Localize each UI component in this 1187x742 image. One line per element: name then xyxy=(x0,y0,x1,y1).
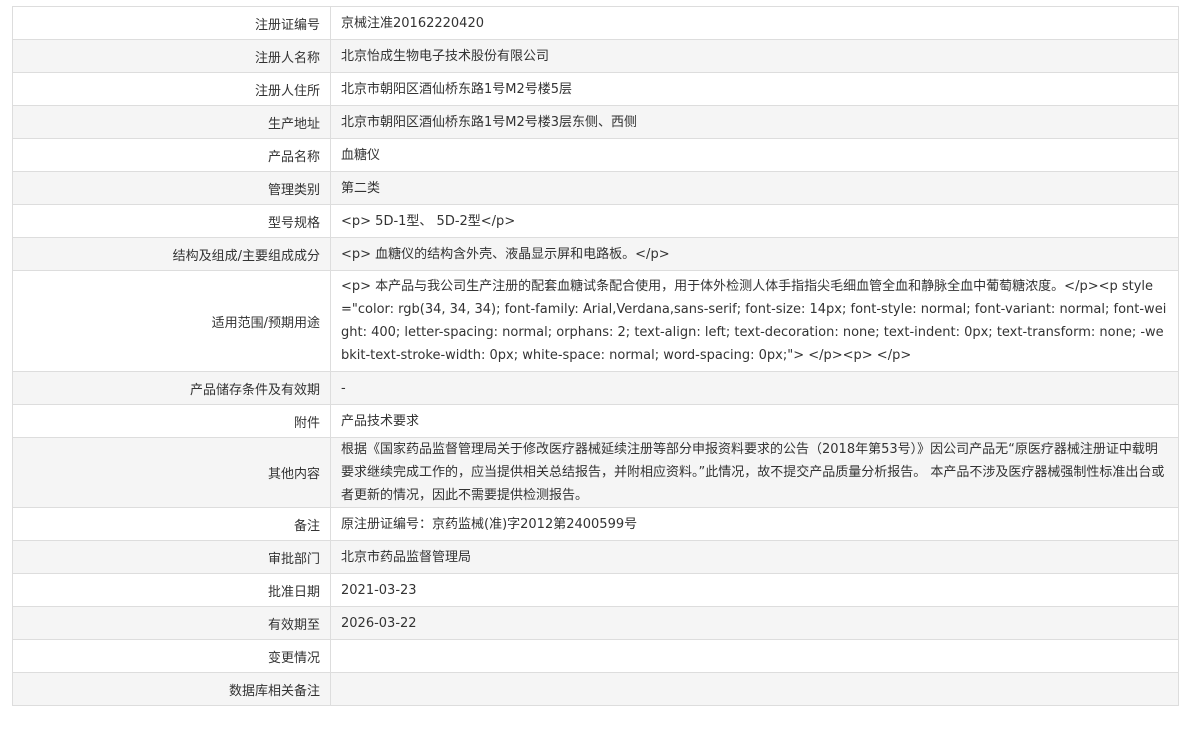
table-row: 结构及组成/主要组成成分 <p> 血糖仪的结构含外壳、液晶显示屏和电路板。</p… xyxy=(12,237,1179,271)
field-value: <p> 本产品与我公司生产注册的配套血糖试条配合使用，用于体外检测人体手指指尖毛… xyxy=(330,270,1179,372)
table-row: 管理类别 第二类 xyxy=(12,171,1179,205)
table-row: 生产地址 北京市朝阳区酒仙桥东路1号M2号楼3层东侧、西侧 xyxy=(12,105,1179,139)
table-row: 适用范围/预期用途 <p> 本产品与我公司生产注册的配套血糖试条配合使用，用于体… xyxy=(12,270,1179,372)
field-value: 2026-03-22 xyxy=(330,606,1179,640)
field-value: <p> 5D-1型、 5D-2型</p> xyxy=(330,204,1179,238)
table-row: 变更情况 xyxy=(12,639,1179,673)
field-value: 血糖仪 xyxy=(330,138,1179,172)
table-row: 备注 原注册证编号：京药监械(准)字2012第2400599号 xyxy=(12,507,1179,541)
field-value: 京械注准20162220420 xyxy=(330,6,1179,40)
field-label: 注册人住所 xyxy=(12,72,331,106)
field-value xyxy=(330,639,1179,673)
field-value: 北京市药品监督管理局 xyxy=(330,540,1179,574)
field-value xyxy=(330,672,1179,706)
table-row: 批准日期 2021-03-23 xyxy=(12,573,1179,607)
table-row: 产品名称 血糖仪 xyxy=(12,138,1179,172)
field-value: 北京怡成生物电子技术股份有限公司 xyxy=(330,39,1179,73)
field-label: 注册人名称 xyxy=(12,39,331,73)
table-row: 其他内容 根据《国家药品监督管理局关于修改医疗器械延续注册等部分申报资料要求的公… xyxy=(12,437,1179,508)
field-value: 北京市朝阳区酒仙桥东路1号M2号楼3层东侧、西侧 xyxy=(330,105,1179,139)
field-label: 附件 xyxy=(12,404,331,438)
field-label: 产品名称 xyxy=(12,138,331,172)
field-label: 审批部门 xyxy=(12,540,331,574)
field-label: 注册证编号 xyxy=(12,6,331,40)
field-label: 结构及组成/主要组成成分 xyxy=(12,237,331,271)
field-label: 其他内容 xyxy=(12,437,331,508)
field-value: 原注册证编号：京药监械(准)字2012第2400599号 xyxy=(330,507,1179,541)
field-value: <p> 血糖仪的结构含外壳、液晶显示屏和电路板。</p> xyxy=(330,237,1179,271)
table-row: 型号规格 <p> 5D-1型、 5D-2型</p> xyxy=(12,204,1179,238)
field-label: 型号规格 xyxy=(12,204,331,238)
table-row: 附件 产品技术要求 xyxy=(12,404,1179,438)
table-row: 产品储存条件及有效期 - xyxy=(12,371,1179,405)
field-value: 北京市朝阳区酒仙桥东路1号M2号楼5层 xyxy=(330,72,1179,106)
field-label: 批准日期 xyxy=(12,573,331,607)
field-label: 有效期至 xyxy=(12,606,331,640)
field-value: 2021-03-23 xyxy=(330,573,1179,607)
field-value: - xyxy=(330,371,1179,405)
table-row: 审批部门 北京市药品监督管理局 xyxy=(12,540,1179,574)
registration-detail-table: 注册证编号 京械注准20162220420 注册人名称 北京怡成生物电子技术股份… xyxy=(12,6,1179,706)
table-row: 注册证编号 京械注准20162220420 xyxy=(12,6,1179,40)
field-label: 备注 xyxy=(12,507,331,541)
table-row: 注册人名称 北京怡成生物电子技术股份有限公司 xyxy=(12,39,1179,73)
field-value: 产品技术要求 xyxy=(330,404,1179,438)
field-value: 根据《国家药品监督管理局关于修改医疗器械延续注册等部分申报资料要求的公告（201… xyxy=(330,437,1179,508)
table-row: 有效期至 2026-03-22 xyxy=(12,606,1179,640)
field-label: 变更情况 xyxy=(12,639,331,673)
field-label: 生产地址 xyxy=(12,105,331,139)
field-label: 适用范围/预期用途 xyxy=(12,270,331,372)
table-row: 注册人住所 北京市朝阳区酒仙桥东路1号M2号楼5层 xyxy=(12,72,1179,106)
table-row: 数据库相关备注 xyxy=(12,672,1179,706)
field-value: 第二类 xyxy=(330,171,1179,205)
field-label: 产品储存条件及有效期 xyxy=(12,371,331,405)
field-label: 数据库相关备注 xyxy=(12,672,331,706)
field-label: 管理类别 xyxy=(12,171,331,205)
